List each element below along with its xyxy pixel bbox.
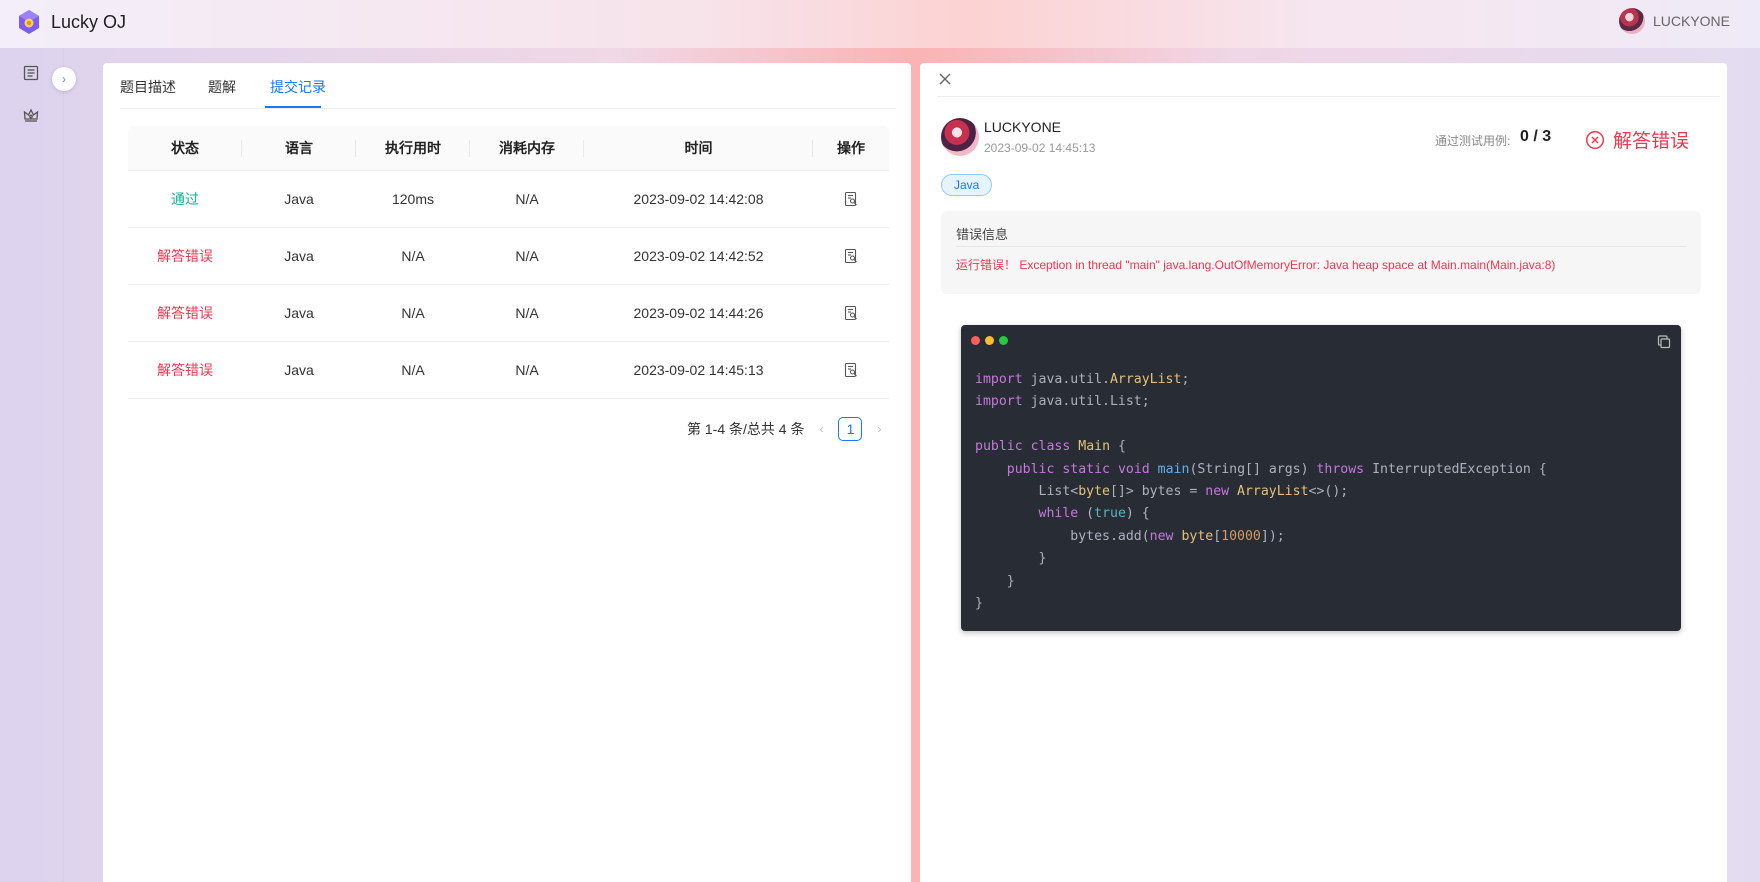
row-status: 解答错误 (157, 248, 213, 264)
tab-description[interactable]: 题目描述 (120, 77, 176, 97)
hexagon-logo-icon[interactable] (15, 8, 43, 36)
row-runtime: 120ms (391, 191, 435, 207)
row-language: Java (284, 191, 314, 207)
row-language: Java (284, 248, 314, 264)
top-bar: Lucky OJ LUCKYONE (0, 0, 1760, 48)
header-status: 状态 (128, 126, 242, 170)
view-detail-icon[interactable] (843, 362, 859, 378)
table-header: 状态 语言 执行用时 消耗内存 时间 操作 (128, 126, 889, 171)
header-memory: 消耗内存 (470, 126, 584, 170)
window-dot-green (999, 336, 1008, 345)
row-status: 解答错误 (157, 305, 213, 321)
row-time: 2023-09-02 14:44:26 (633, 305, 764, 321)
row-time: 2023-09-02 14:42:08 (633, 191, 764, 207)
side-nav (0, 48, 64, 882)
row-memory: N/A (515, 248, 539, 264)
next-page-icon[interactable]: › (872, 422, 886, 436)
avatar (941, 118, 979, 156)
pagination: 第 1-4 条/总共 4 条 ‹ 1 › (687, 417, 886, 441)
header-language: 语言 (242, 126, 356, 170)
sidebar-toggle-button[interactable]: › (52, 67, 76, 91)
row-language: Java (284, 362, 314, 378)
window-dot-yellow (985, 336, 994, 345)
passed-cases-value: 0 / 3 (1520, 128, 1552, 145)
header-action: 操作 (837, 140, 865, 156)
row-runtime: N/A (401, 248, 425, 264)
row-time: 2023-09-02 14:42:52 (633, 248, 764, 264)
user-menu[interactable]: LUCKYONE (1618, 8, 1730, 34)
crown-icon[interactable] (22, 106, 40, 124)
close-circle-icon (1585, 130, 1605, 149)
pagination-total: 第 1-4 条/总共 4 条 (687, 421, 805, 437)
table-row[interactable]: 解答错误 Java N/A N/A 2023-09-02 14:45:13 (128, 342, 889, 399)
error-info-box: 错误信息 运行错误！ Exception in thread "main" ja… (941, 211, 1701, 294)
avatar[interactable] (1618, 8, 1645, 34)
row-memory: N/A (515, 191, 539, 207)
header-time: 时间 (584, 126, 813, 170)
copy-icon[interactable] (1657, 335, 1671, 349)
source-code[interactable]: import java.util.ArrayList; import java.… (975, 369, 1547, 615)
result-status: 解答错误 (1585, 126, 1689, 153)
divider (937, 96, 1720, 97)
row-time: 2023-09-02 14:45:13 (633, 362, 764, 378)
view-detail-icon[interactable] (843, 248, 859, 264)
window-dot-red (971, 336, 980, 345)
row-memory: N/A (515, 362, 539, 378)
submission-time: 2023-09-02 14:45:13 (984, 141, 1096, 155)
submission-table: 状态 语言 执行用时 消耗内存 时间 操作 通过 Java 120ms N/A … (128, 126, 889, 399)
submission-detail-panel: LUCKYONE 2023-09-02 14:45:13 通过测试用例: 0 /… (920, 63, 1727, 882)
row-memory: N/A (515, 305, 539, 321)
view-detail-icon[interactable] (843, 305, 859, 321)
passed-cases-label: 通过测试用例: (1435, 134, 1511, 148)
user-name[interactable]: LUCKYONE (1653, 13, 1730, 29)
code-block: import java.util.ArrayList; import java.… (961, 325, 1681, 631)
close-icon[interactable] (937, 71, 953, 87)
prev-page-icon[interactable]: ‹ (814, 422, 828, 436)
submission-username: LUCKYONE (984, 119, 1062, 135)
row-runtime: N/A (401, 305, 425, 321)
table-row[interactable]: 解答错误 Java N/A N/A 2023-09-02 14:44:26 (128, 285, 889, 342)
chevron-right-icon: › (62, 72, 66, 86)
active-tab-indicator (265, 106, 321, 108)
problem-list-icon[interactable] (22, 64, 40, 82)
submission-panel: 题目描述 题解 提交记录 状态 语言 执行用时 消耗内存 时间 操作 通过 Ja… (103, 63, 911, 882)
error-info-title: 错误信息 (956, 227, 1009, 242)
tab-bar: 题目描述 题解 提交记录 (120, 63, 896, 109)
row-status: 通过 (171, 191, 199, 207)
divider (956, 246, 1686, 247)
page-button[interactable]: 1 (838, 417, 863, 441)
row-runtime: N/A (401, 362, 425, 378)
header-runtime: 执行用时 (356, 126, 470, 170)
language-tag: Java (941, 174, 993, 196)
row-language: Java (284, 305, 314, 321)
tab-submissions[interactable]: 提交记录 (270, 77, 326, 97)
view-detail-icon[interactable] (843, 191, 859, 207)
app-title[interactable]: Lucky OJ (51, 12, 126, 33)
error-message: 运行错误！ Exception in thread "main" java.la… (956, 258, 1556, 272)
result-status-label: 解答错误 (1613, 131, 1690, 152)
table-row[interactable]: 解答错误 Java N/A N/A 2023-09-02 14:42:52 (128, 228, 889, 285)
row-status: 解答错误 (157, 362, 213, 378)
tab-solution[interactable]: 题解 (208, 77, 236, 97)
table-row[interactable]: 通过 Java 120ms N/A 2023-09-02 14:42:08 (128, 171, 889, 228)
